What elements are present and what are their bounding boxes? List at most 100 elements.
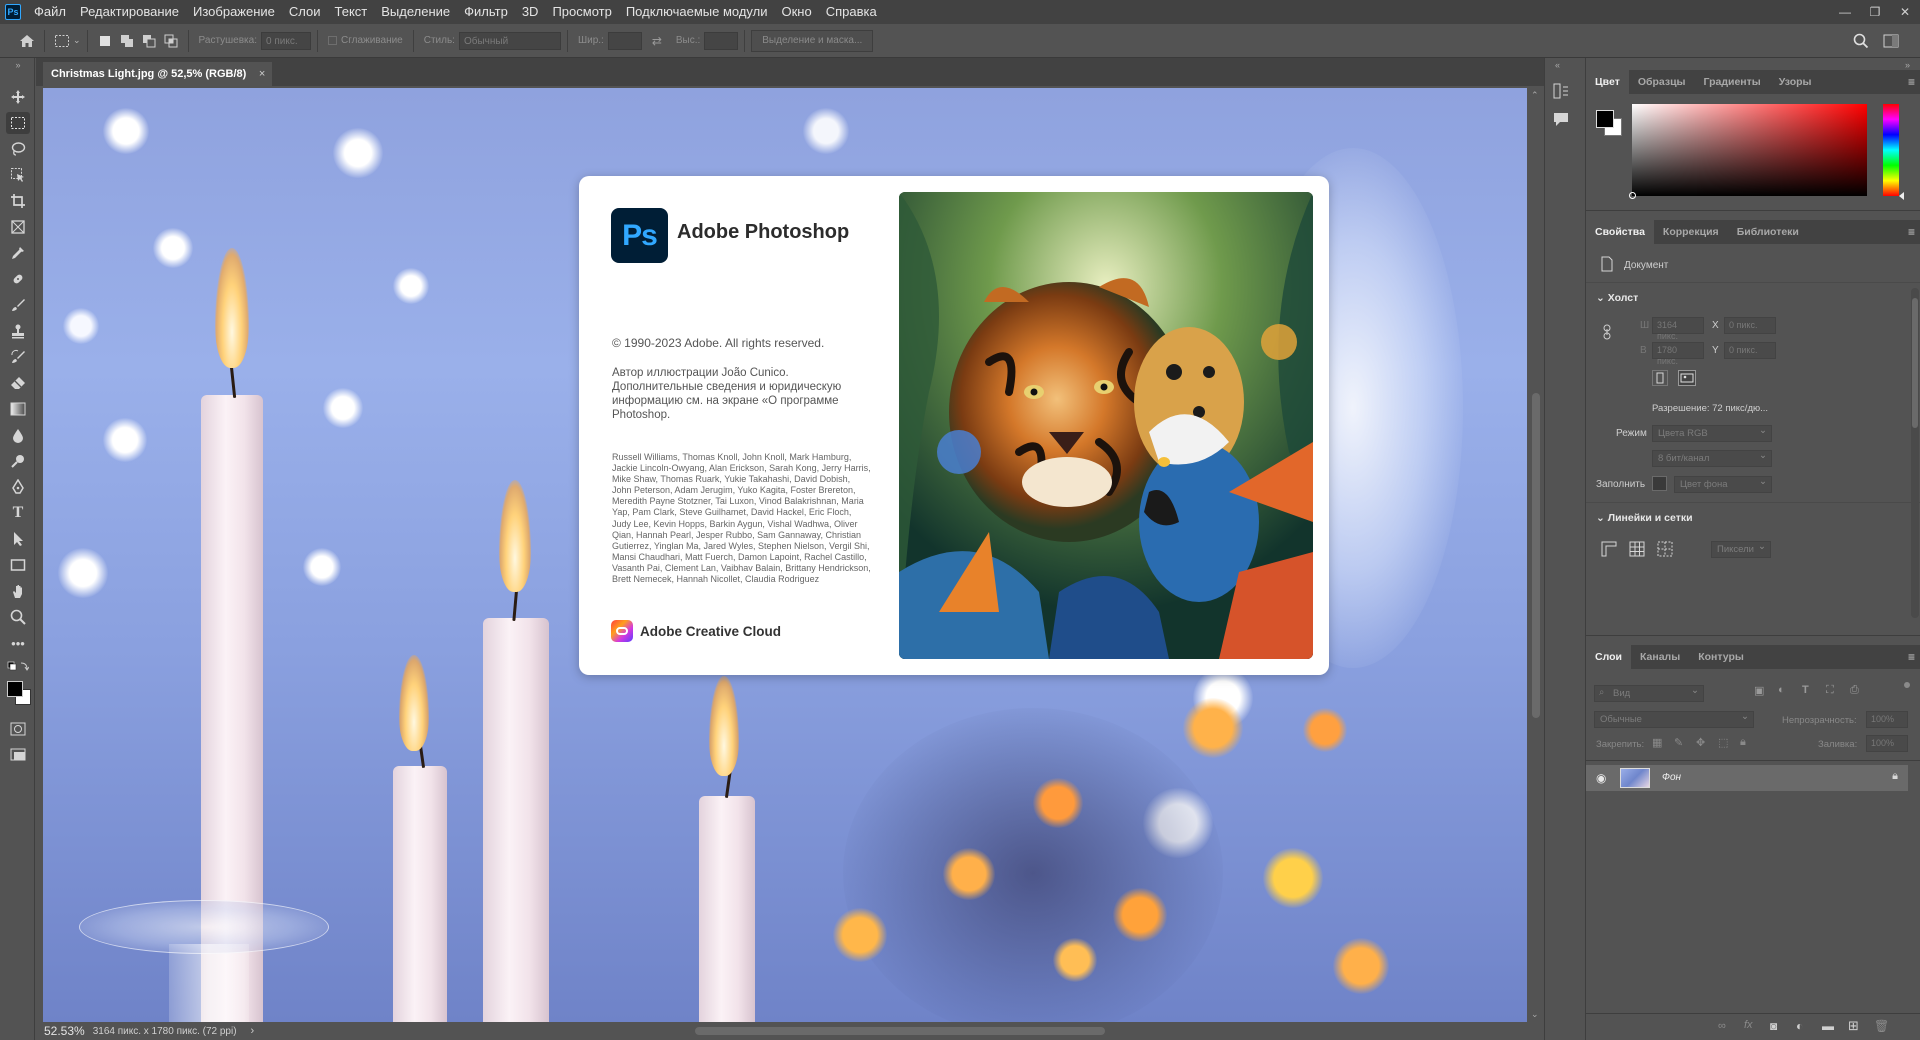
opacity-input[interactable]: 100%	[1866, 711, 1908, 728]
lock-artboard-icon[interactable]: ⬚	[1718, 736, 1728, 749]
scroll-up-icon[interactable]: ⌃	[1531, 90, 1539, 101]
collapse-panels-icon[interactable]: «	[1555, 60, 1560, 70]
layer-row[interactable]: ◉ Фон 🔒︎	[1586, 765, 1908, 791]
blur-tool-icon[interactable]	[6, 424, 30, 446]
zoom-tool-icon[interactable]	[6, 606, 30, 628]
new-selection-icon[interactable]	[94, 30, 116, 52]
grid-icon[interactable]	[1628, 540, 1646, 558]
dodge-tool-icon[interactable]	[6, 450, 30, 472]
canvas-y-input[interactable]: 0 пикс.	[1724, 342, 1776, 359]
tab-layers[interactable]: Слои	[1586, 645, 1631, 669]
status-menu-arrow[interactable]: ›	[251, 1025, 255, 1037]
delete-layer-icon[interactable]: 🗑︎	[1874, 1019, 1889, 1033]
horizontal-scroll-thumb[interactable]	[695, 1027, 1105, 1035]
zoom-level[interactable]: 52.53%	[36, 1024, 93, 1038]
fill-dropdown[interactable]: Цвет фона	[1674, 476, 1772, 493]
tab-gradients[interactable]: Градиенты	[1695, 70, 1770, 94]
type-tool-icon[interactable]: T	[6, 502, 30, 524]
expand-panels-icon[interactable]: »	[1905, 60, 1910, 70]
color-picker-handle[interactable]	[1629, 192, 1636, 199]
workspace-icon[interactable]	[1880, 30, 1902, 52]
blend-mode-dropdown[interactable]: Обычные	[1594, 711, 1754, 728]
fill-color-swatch[interactable]	[1652, 476, 1667, 491]
quick-mask-icon[interactable]	[6, 718, 30, 740]
color-panel-menu-icon[interactable]: ≡	[1908, 75, 1915, 89]
brush-tool-icon[interactable]	[6, 294, 30, 316]
frame-tool-icon[interactable]	[6, 216, 30, 238]
hand-tool-icon[interactable]	[6, 580, 30, 602]
filter-type-icon[interactable]: T	[1802, 684, 1809, 696]
rulers-icon[interactable]	[1600, 540, 1618, 558]
rect-marquee-preset-icon[interactable]	[51, 30, 73, 52]
menu-window[interactable]: Окно	[774, 0, 818, 24]
filter-pixel-icon[interactable]: ▣	[1754, 684, 1764, 697]
swap-icon[interactable]: ⇄	[646, 30, 668, 52]
menu-view[interactable]: Просмотр	[545, 0, 618, 24]
ps-app-icon[interactable]: Ps	[5, 4, 21, 20]
rect-marquee-tool-icon[interactable]	[6, 112, 30, 134]
lock-all-icon[interactable]: 🔒︎	[1740, 736, 1746, 749]
link-dimensions-icon[interactable]	[1602, 324, 1612, 340]
close-tab-icon[interactable]: ×	[259, 62, 265, 86]
toolbar-collapse-icon[interactable]: »	[6, 60, 30, 70]
layer-effects-icon[interactable]: fx	[1744, 1019, 1753, 1031]
antialias-checkbox[interactable]	[327, 36, 337, 45]
stamp-tool-icon[interactable]	[6, 320, 30, 342]
vertical-scroll-thumb[interactable]	[1532, 393, 1540, 718]
menu-image[interactable]: Изображение	[186, 0, 282, 24]
tab-channels[interactable]: Каналы	[1631, 645, 1689, 669]
menu-type[interactable]: Текст	[328, 0, 375, 24]
width-input[interactable]	[607, 31, 642, 50]
intersect-selection-icon[interactable]	[160, 30, 182, 52]
rectangle-tool-icon[interactable]	[6, 554, 30, 576]
restore-button[interactable]: ❐	[1860, 0, 1890, 24]
feather-input[interactable]: 0 пикс.	[260, 31, 311, 50]
add-selection-icon[interactable]	[116, 30, 138, 52]
menu-edit[interactable]: Редактирование	[73, 0, 186, 24]
canvas-x-input[interactable]: 0 пикс.	[1724, 317, 1776, 334]
more-tools-icon[interactable]: •••	[6, 632, 30, 654]
comments-panel-icon[interactable]	[1552, 110, 1570, 128]
menu-help[interactable]: Справка	[819, 0, 884, 24]
units-dropdown[interactable]: Пиксели	[1711, 541, 1771, 558]
eyedropper-tool-icon[interactable]	[6, 242, 30, 264]
tab-libraries[interactable]: Библиотеки	[1728, 220, 1808, 244]
tab-properties[interactable]: Свойства	[1586, 220, 1654, 244]
menu-3d[interactable]: 3D	[515, 0, 546, 24]
move-tool-icon[interactable]	[6, 86, 30, 108]
menu-plugins[interactable]: Подключаемые модули	[619, 0, 775, 24]
panel-foreground-swatch[interactable]	[1596, 110, 1614, 128]
lock-position-icon[interactable]: ✥	[1696, 736, 1705, 749]
link-layers-icon[interactable]: ∞	[1718, 1020, 1726, 1032]
swap-colors-icon[interactable]	[6, 660, 30, 674]
tab-color[interactable]: Цвет	[1586, 70, 1629, 94]
canvas-height-input[interactable]: 1780 пикс.	[1652, 342, 1704, 366]
canvas-vertical-scrollbar[interactable]: ⌃ ⌄	[1529, 88, 1543, 1022]
gradient-tool-icon[interactable]	[6, 398, 30, 420]
layer-lock-icon[interactable]: 🔒︎	[1892, 770, 1898, 783]
home-icon[interactable]	[16, 30, 38, 52]
pen-tool-icon[interactable]	[6, 476, 30, 498]
fill-opacity-input[interactable]: 100%	[1866, 735, 1908, 752]
document-tab[interactable]: Christmas Light.jpg @ 52,5% (RGB/8) ×	[43, 62, 273, 86]
menu-layers[interactable]: Слои	[282, 0, 328, 24]
scroll-down-icon[interactable]: ⌄	[1531, 1009, 1539, 1020]
new-layer-icon[interactable]: ⊞	[1848, 1018, 1859, 1034]
subtract-selection-icon[interactable]	[138, 30, 160, 52]
landscape-orientation-icon[interactable]	[1678, 370, 1696, 386]
portrait-orientation-icon[interactable]	[1652, 370, 1668, 386]
menu-select[interactable]: Выделение	[374, 0, 457, 24]
layer-filter-dropdown[interactable]: ⌕ Вид	[1594, 685, 1704, 702]
close-button[interactable]: ✕	[1890, 0, 1920, 24]
adjustment-layer-icon[interactable]: ◐	[1796, 1019, 1803, 1033]
add-mask-icon[interactable]: ◙	[1770, 1019, 1777, 1033]
path-select-tool-icon[interactable]	[6, 528, 30, 550]
minimize-button[interactable]: —	[1830, 0, 1860, 24]
tab-adjustments[interactable]: Коррекция	[1654, 220, 1728, 244]
new-group-icon[interactable]: ▬	[1822, 1019, 1834, 1033]
hue-slider-handle[interactable]	[1899, 192, 1904, 200]
rulers-grids-section-header[interactable]: ⌄ Линейки и сетки	[1596, 512, 1693, 524]
eye-icon[interactable]: ◉	[1596, 771, 1606, 785]
properties-scrollbar[interactable]	[1911, 288, 1919, 618]
layers-panel-menu-icon[interactable]: ≡	[1908, 650, 1915, 664]
